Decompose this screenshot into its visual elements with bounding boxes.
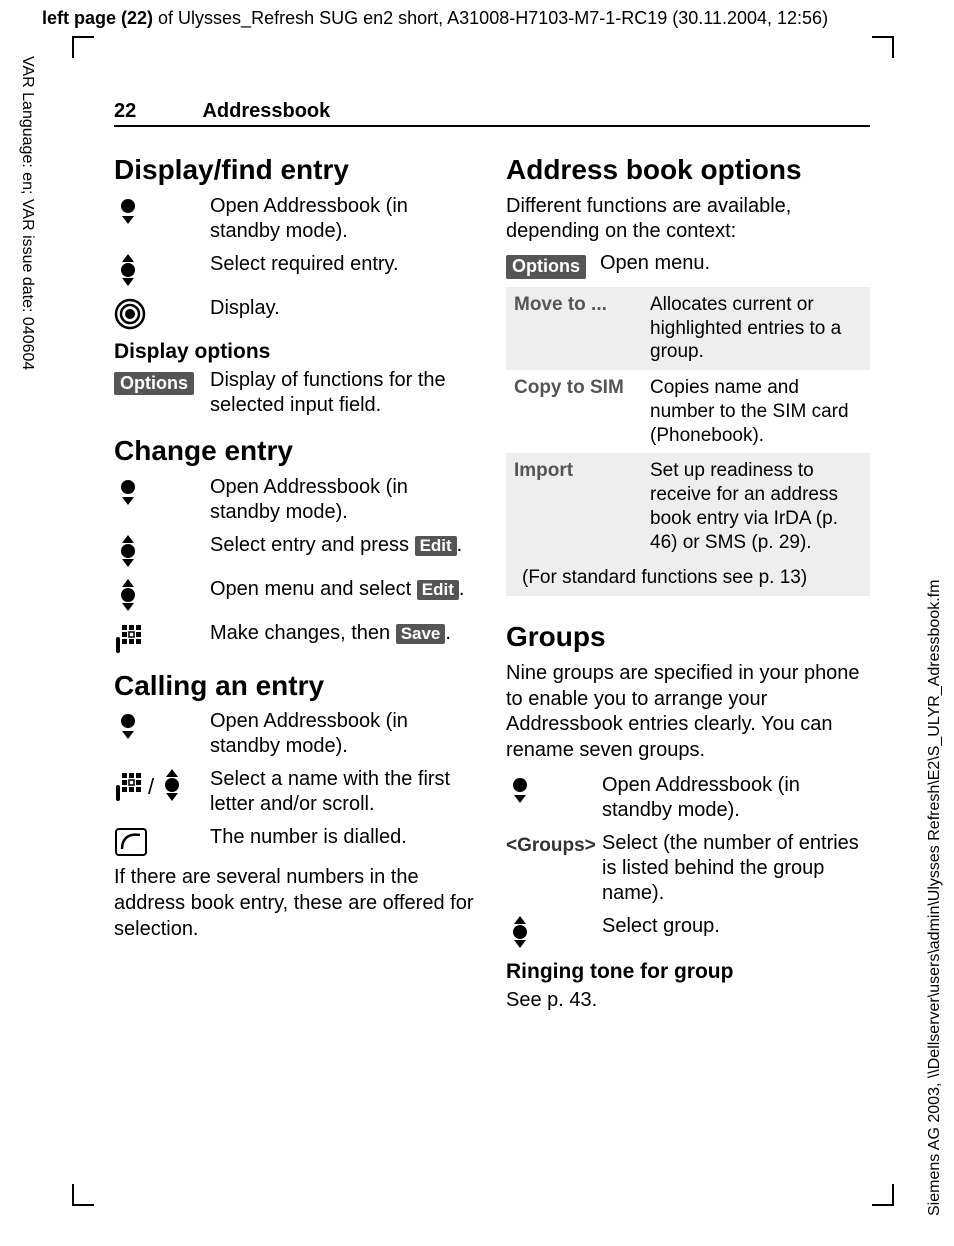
step: / Select a name with the first letter an…	[114, 767, 478, 817]
step-text: Select group.	[602, 914, 870, 939]
option-desc: Copies name and number to the SIM card (…	[642, 370, 870, 453]
step-text: Select (the number of entries is listed …	[602, 831, 870, 906]
step-text: Open menu.	[600, 251, 870, 276]
step: Open menu and select Edit.	[114, 577, 478, 613]
step: The number is dialled.	[114, 825, 478, 857]
softkey-edit: Edit	[415, 536, 457, 556]
heading-groups: Groups	[506, 622, 870, 653]
crop-mark	[72, 36, 94, 58]
step: Select group.	[506, 914, 870, 950]
step: <Groups> Select (the number of entries i…	[506, 831, 870, 906]
running-head: 22 Addressbook	[114, 100, 870, 127]
keypad-icon	[114, 623, 144, 653]
groups-tag: <Groups>	[506, 835, 596, 856]
option-key: Import	[506, 453, 642, 560]
heading-addressbook-options: Address book options	[506, 155, 870, 186]
step: Open Addressbook (in standby mode).	[114, 475, 478, 525]
step-text: Open menu and select Edit.	[210, 577, 478, 602]
nav-down-icon	[114, 477, 142, 507]
separator: /	[148, 774, 154, 799]
step-text: Open Addressbook (in standby mode).	[210, 709, 478, 759]
step-text: Select a name with the first letter and/…	[210, 767, 478, 817]
heading-change-entry: Change entry	[114, 436, 478, 467]
step-text: Select required entry.	[210, 252, 478, 277]
crop-mark	[72, 1184, 94, 1206]
subheading-ringing-tone: Ringing tone for group	[506, 960, 870, 984]
paragraph: If there are several numbers in the addr…	[114, 865, 478, 942]
step: Select required entry.	[114, 252, 478, 288]
nav-updown-icon	[114, 535, 142, 569]
column-right: Address book options Different functions…	[506, 155, 870, 1024]
doc-header-rest: of Ulysses_Refresh SUG en2 short, A31008…	[153, 8, 828, 28]
subheading-display-options: Display options	[114, 340, 478, 364]
step-text: Display of functions for the selected in…	[210, 368, 478, 418]
nav-updown-icon	[158, 769, 186, 803]
paragraph: Nine groups are specified in your phone …	[506, 661, 870, 763]
step: Open Addressbook (in standby mode).	[114, 194, 478, 244]
paragraph: See p. 43.	[506, 988, 870, 1014]
step: Open Addressbook (in standby mode).	[114, 709, 478, 759]
step: Open Addressbook (in standby mode).	[506, 773, 870, 823]
option-desc: Set up readiness to receive for an addre…	[642, 453, 870, 560]
softkey-edit: Edit	[417, 580, 459, 600]
nav-updown-icon	[114, 254, 142, 288]
options-table: Move to ... Allocates current or highlig…	[506, 287, 870, 596]
table-row: Copy to SIM Copies name and number to th…	[506, 370, 870, 453]
crop-mark	[872, 36, 894, 58]
option-key: Move to ...	[506, 287, 642, 370]
heading-calling-entry: Calling an entry	[114, 671, 478, 702]
table-row: Import Set up readiness to receive for a…	[506, 453, 870, 560]
step-text: The number is dialled.	[210, 825, 478, 850]
step-text: Display.	[210, 296, 478, 321]
paragraph: Different functions are available, depen…	[506, 194, 870, 245]
call-icon	[114, 827, 148, 857]
nav-center-icon	[114, 298, 146, 330]
step: Options Display of functions for the sel…	[114, 368, 478, 418]
step-text: Open Addressbook (in standby mode).	[210, 194, 478, 244]
step: Display.	[114, 296, 478, 330]
nav-down-icon	[114, 196, 142, 226]
nav-down-icon	[506, 775, 534, 805]
side-note-left: VAR Language: en; VAR issue date: 040604	[18, 56, 36, 396]
table-footer: (For standard functions see p. 13)	[506, 560, 870, 596]
step: Select entry and press Edit.	[114, 533, 478, 569]
softkey-options: Options	[506, 255, 586, 279]
step-text: Open Addressbook (in standby mode).	[210, 475, 478, 525]
softkey-options: Options	[114, 372, 194, 396]
nav-updown-icon	[506, 916, 534, 950]
heading-display-find: Display/find entry	[114, 155, 478, 186]
softkey-save: Save	[396, 624, 446, 644]
step-text: Select entry and press Edit.	[210, 533, 478, 558]
option-desc: Allocates current or highlighted entries…	[642, 287, 870, 370]
column-left: Display/find entry Open Addressbook (in …	[114, 155, 478, 1024]
step: Options Open menu.	[506, 251, 870, 279]
page-title: Addressbook	[202, 100, 330, 122]
nav-updown-icon	[114, 579, 142, 613]
step-text: Open Addressbook (in standby mode).	[602, 773, 870, 823]
doc-header: left page (22) of Ulysses_Refresh SUG en…	[42, 8, 938, 29]
crop-mark	[872, 1184, 894, 1206]
nav-down-icon	[114, 711, 142, 741]
step: Make changes, then Save.	[114, 621, 478, 653]
keypad-icon	[114, 771, 144, 801]
option-key: Copy to SIM	[506, 370, 642, 453]
page-number: 22	[114, 100, 198, 123]
side-note-right: Siemens AG 2003, \\Dellserver\users\admi…	[926, 456, 944, 1216]
doc-header-bold: left page (22)	[42, 8, 153, 28]
table-footer-text: (For standard functions see p. 13)	[506, 560, 870, 596]
step-text: Make changes, then Save.	[210, 621, 478, 646]
table-row: Move to ... Allocates current or highlig…	[506, 287, 870, 370]
